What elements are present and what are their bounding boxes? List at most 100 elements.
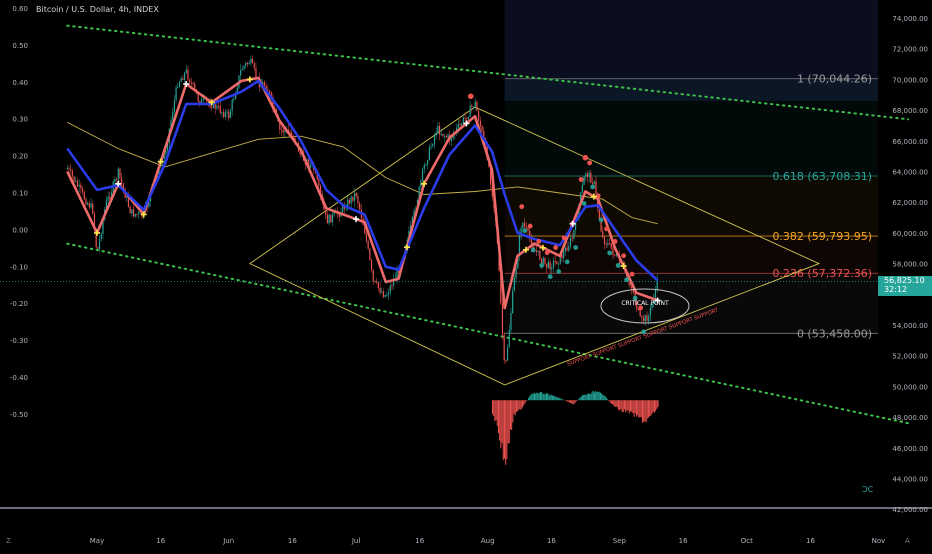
- buy-dot: [539, 263, 544, 268]
- histogram-bar: [509, 400, 510, 443]
- candle-body: [352, 196, 353, 200]
- candle-body: [446, 136, 447, 137]
- sell-dot: [587, 160, 592, 165]
- histogram-bar: [640, 400, 641, 417]
- histogram-bar: [504, 400, 505, 458]
- x-axis-tick: Jun: [222, 537, 234, 545]
- candle-body: [551, 268, 552, 270]
- left-axis-tick: 0.40: [12, 79, 28, 87]
- candle-body: [172, 113, 173, 121]
- candle-body: [109, 197, 110, 199]
- candle-body: [126, 197, 127, 198]
- candle-body: [444, 136, 445, 137]
- candle-body: [220, 106, 221, 113]
- candle-body: [354, 193, 355, 201]
- candle-body: [216, 106, 217, 109]
- histogram-bar: [546, 393, 547, 400]
- buy-dot: [582, 201, 587, 206]
- candle-body: [434, 136, 435, 145]
- candle-body: [87, 203, 88, 204]
- histogram-bar: [580, 397, 581, 400]
- buy-dot: [556, 269, 561, 274]
- histogram-bar: [533, 394, 534, 401]
- chart-area[interactable]: 1 (70,044.26)0.618 (63,708.31)0.382 (59,…: [0, 0, 932, 550]
- histogram-bar: [595, 391, 596, 400]
- histogram-bar: [642, 400, 643, 422]
- x-axis-tick: Nov: [872, 537, 886, 545]
- histogram-bar: [563, 400, 564, 401]
- candle-body: [612, 249, 613, 255]
- x-axis-tick: Sep: [613, 537, 627, 545]
- candle-body: [223, 112, 224, 117]
- histogram-bar: [552, 396, 553, 401]
- candle-body: [507, 347, 508, 360]
- histogram-bar: [590, 394, 591, 400]
- right-axis-tick: 48,000.00: [892, 414, 928, 422]
- buy-dot: [522, 228, 527, 233]
- right-axis-tick: 72,000.00: [892, 46, 928, 54]
- candle-body: [82, 188, 83, 192]
- histogram-bar: [512, 400, 513, 422]
- candle-body: [175, 87, 176, 100]
- candle-body: [473, 107, 474, 108]
- candle-body: [70, 169, 71, 170]
- price-chart[interactable]: 1 (70,044.26)0.618 (63,708.31)0.382 (59,…: [0, 0, 932, 550]
- candle-body: [536, 250, 537, 252]
- histogram-bar: [629, 400, 630, 413]
- candle-body: [451, 138, 452, 140]
- candle-body: [538, 251, 539, 252]
- sell-dot: [604, 226, 609, 231]
- right-axis-tick: 54,000.00: [892, 322, 928, 330]
- candle-body: [432, 144, 433, 146]
- candle-body: [121, 178, 122, 183]
- histogram-bar: [644, 400, 645, 421]
- candle-body: [515, 269, 516, 279]
- candle-body: [561, 255, 562, 258]
- candle-body: [471, 106, 472, 107]
- histogram-bar: [583, 395, 584, 400]
- candle-body: [459, 124, 460, 125]
- histogram-bar: [515, 400, 516, 415]
- histogram-bar: [606, 398, 607, 400]
- candle-body: [136, 214, 137, 215]
- candle-body: [587, 174, 588, 177]
- histogram-bar: [588, 393, 589, 400]
- fib-band-0: [505, 79, 878, 176]
- histogram-bar: [518, 400, 519, 409]
- candle-body: [541, 259, 542, 263]
- candle-body: [589, 173, 590, 177]
- candle-body: [186, 70, 187, 73]
- left-axis-tick: -0.10: [10, 263, 28, 271]
- histogram-bar: [626, 400, 627, 410]
- candle-body: [568, 246, 569, 250]
- left-axis-tick: 0.00: [12, 226, 28, 234]
- histogram-bar: [619, 400, 620, 410]
- candle-body: [385, 295, 386, 297]
- candle-body: [181, 78, 182, 81]
- x-axis-tick: 16: [415, 537, 424, 545]
- candle-body: [135, 214, 136, 217]
- histogram-bar: [641, 400, 642, 417]
- histogram-bar: [570, 400, 571, 403]
- candle-body: [345, 209, 346, 210]
- histogram-bar: [502, 400, 503, 443]
- histogram-bar: [654, 400, 655, 412]
- candle-body: [203, 99, 204, 100]
- fib-label-0.382: 0.382 (59,793.95): [772, 230, 872, 243]
- candle-body: [655, 290, 656, 299]
- histogram-bar: [508, 400, 509, 443]
- candle-body: [378, 282, 379, 288]
- critical-point-label: CRITICAL POINT: [621, 300, 669, 307]
- histogram-bar: [616, 400, 617, 406]
- histogram-bar: [611, 400, 612, 404]
- watermark: ƆC: [862, 485, 874, 494]
- fib-label-0.236: 0.236 (57,372.36): [772, 267, 872, 280]
- histogram-bar: [607, 399, 608, 400]
- candle-body: [228, 112, 229, 118]
- left-axis-tick: -0.30: [10, 337, 28, 345]
- histogram-bar: [521, 400, 522, 409]
- candle-body: [556, 261, 557, 264]
- candle-body: [218, 106, 219, 107]
- candle-body: [437, 126, 438, 133]
- candle-body: [366, 234, 367, 242]
